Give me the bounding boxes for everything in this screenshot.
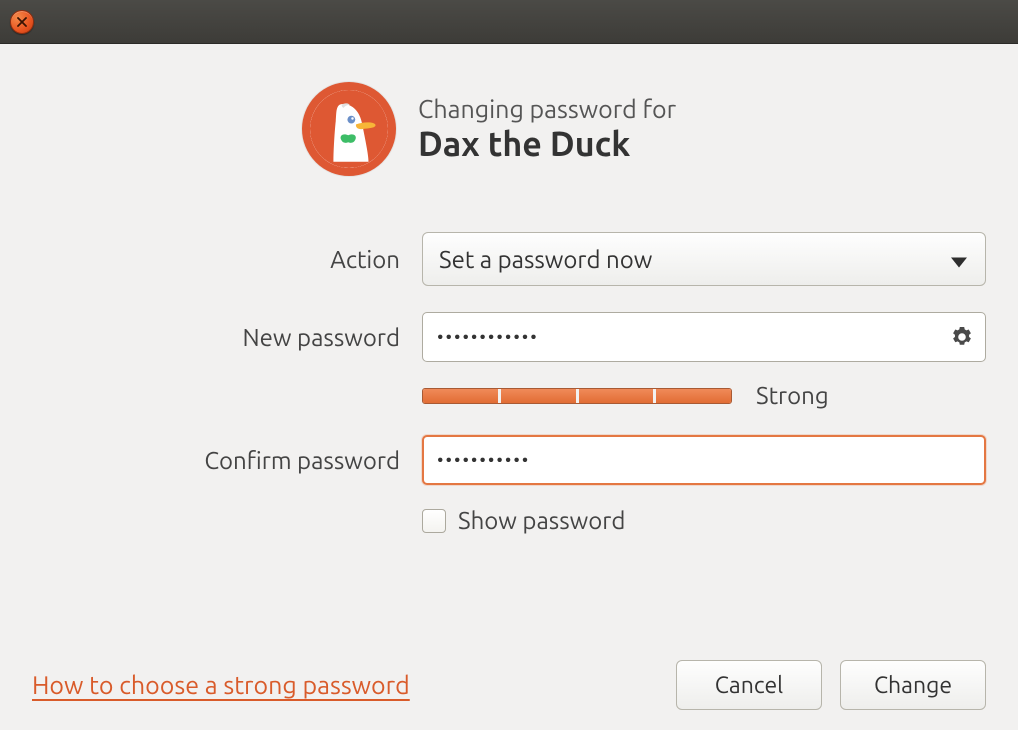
window-titlebar: [0, 0, 1018, 44]
action-combobox-value: Set a password now: [439, 246, 652, 273]
dialog-title: Dax the Duck: [418, 125, 676, 163]
gear-icon: [950, 325, 974, 349]
password-form: Action Set a password now New password: [32, 232, 986, 534]
confirm-password-input[interactable]: [422, 435, 986, 485]
action-label: Action: [32, 246, 400, 273]
password-strength-meter: [422, 388, 732, 404]
duck-avatar-icon: [310, 86, 388, 172]
show-password-label: Show password: [458, 507, 625, 534]
cancel-button[interactable]: Cancel: [676, 660, 822, 710]
close-button[interactable]: [10, 10, 34, 34]
close-icon: [17, 17, 27, 27]
change-button[interactable]: Change: [840, 660, 986, 710]
new-password-input[interactable]: [422, 312, 986, 362]
show-password-row[interactable]: Show password: [422, 507, 986, 534]
confirm-password-label: Confirm password: [32, 447, 400, 474]
dialog-header: Changing password for Dax the Duck: [302, 82, 986, 176]
dialog-subtitle: Changing password for: [418, 95, 676, 123]
help-link[interactable]: How to choose a strong password: [32, 671, 410, 699]
password-strength: Strong: [422, 382, 986, 409]
show-password-checkbox[interactable]: [422, 509, 446, 533]
user-avatar: [302, 82, 396, 176]
chevron-down-icon: [951, 246, 967, 273]
password-strength-label: Strong: [756, 382, 829, 409]
new-password-label: New password: [32, 324, 400, 351]
generate-password-button[interactable]: [948, 323, 976, 351]
action-combobox[interactable]: Set a password now: [422, 232, 986, 286]
